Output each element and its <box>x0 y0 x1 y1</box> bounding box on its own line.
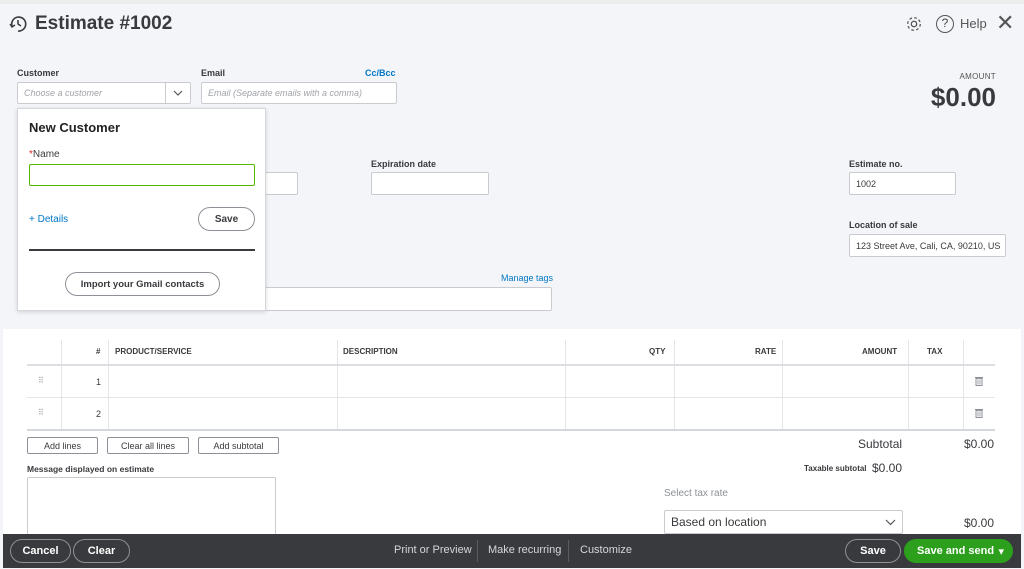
email-input[interactable]: Email (Separate emails with a comma) <box>201 82 397 104</box>
new-customer-popover: New Customer *Name + Details Save Import… <box>17 108 266 311</box>
customer-placeholder: Choose a customer <box>24 88 103 98</box>
col-header-number: # <box>96 347 101 356</box>
page-title: Estimate #1002 <box>35 13 173 34</box>
add-lines-button[interactable]: Add lines <box>27 437 98 454</box>
close-icon[interactable]: ✕ <box>996 12 1014 34</box>
customer-select[interactable]: Choose a customer <box>17 82 191 104</box>
details-link[interactable]: + Details <box>29 214 68 225</box>
message-textarea[interactable] <box>27 477 276 537</box>
add-subtotal-button[interactable]: Add subtotal <box>198 437 279 454</box>
customer-name-input[interactable] <box>29 164 255 186</box>
col-divider <box>108 340 109 430</box>
help-icon[interactable]: ? <box>936 15 954 33</box>
email-label: Email <box>201 68 226 78</box>
tax-rate-selected: Based on location <box>671 515 767 529</box>
trash-icon[interactable] <box>975 408 983 418</box>
col-divider <box>61 340 62 430</box>
tags-input[interactable] <box>262 287 552 311</box>
col-divider <box>908 340 909 430</box>
row-divider <box>27 397 995 398</box>
col-header-amount: AMOUNT <box>862 347 898 356</box>
col-header-tax: TAX <box>927 347 943 356</box>
amount-value: $0.00 <box>930 82 996 112</box>
help-link[interactable]: Help <box>960 16 987 31</box>
cancel-button[interactable]: Cancel <box>10 539 71 563</box>
subtotal-label: Subtotal <box>858 437 903 451</box>
name-label-text: Name <box>32 149 60 160</box>
subtotal-value: $0.00 <box>964 437 995 451</box>
row-number: 2 <box>96 409 102 419</box>
taxable-subtotal-label: Taxable subtotal <box>804 464 867 473</box>
col-header-rate: RATE <box>755 347 777 356</box>
col-header-description: DESCRIPTION <box>343 347 398 356</box>
save-button[interactable]: Save <box>845 539 901 563</box>
recent-history-icon[interactable] <box>8 14 28 34</box>
message-label: Message displayed on estimate <box>27 464 155 474</box>
tax-rate-label: Select tax rate <box>664 488 728 499</box>
gear-icon[interactable] <box>905 15 923 33</box>
location-of-sale-label: Location of sale <box>849 220 918 230</box>
chevron-down-icon <box>885 519 896 525</box>
table-bottom-divider <box>27 429 995 431</box>
print-or-preview-link[interactable]: Print or Preview <box>394 544 472 556</box>
popover-save-button[interactable]: Save <box>198 207 255 231</box>
estimate-no-label: Estimate no. <box>849 159 903 169</box>
email-placeholder: Email (Separate emails with a comma) <box>208 88 363 98</box>
row-number: 1 <box>96 377 102 387</box>
import-gmail-contacts-button[interactable]: Import your Gmail contacts <box>65 272 220 296</box>
customize-link[interactable]: Customize <box>580 544 632 556</box>
drag-handle-icon[interactable]: ⠿ <box>38 376 44 385</box>
taxable-subtotal-value: $0.00 <box>872 461 903 475</box>
save-and-send-button[interactable]: Save and send ▾ <box>904 539 1013 563</box>
manage-tags-link[interactable]: Manage tags <box>501 273 553 283</box>
location-of-sale-value: 123 Street Ave, Cali, CA, 90210, US <box>856 240 1001 251</box>
popover-divider <box>29 249 255 251</box>
amount-label: AMOUNT <box>959 72 996 81</box>
caret-down-icon[interactable]: ▾ <box>998 545 1004 558</box>
name-label: *Name <box>29 149 60 160</box>
location-of-sale-input[interactable]: 123 Street Ave, Cali, CA, 90210, US <box>849 234 1006 257</box>
expiration-date-label: Expiration date <box>371 159 437 169</box>
cc-bcc-link[interactable]: Cc/Bcc <box>365 68 396 78</box>
footer-divider <box>568 540 569 562</box>
col-divider <box>565 340 566 430</box>
col-header-qty: QTY <box>649 347 666 356</box>
estimate-no-input[interactable]: 1002 <box>849 172 956 195</box>
customer-label: Customer <box>17 68 60 78</box>
estimate-no-value: 1002 <box>856 178 877 189</box>
save-and-send-label: Save and send <box>917 545 995 557</box>
trash-icon[interactable] <box>975 376 983 386</box>
estimate-window: Estimate #1002 ? Help ✕ Customer Choose … <box>0 0 1024 569</box>
clear-all-lines-button[interactable]: Clear all lines <box>107 437 189 454</box>
col-divider <box>337 340 338 430</box>
col-divider <box>963 340 964 430</box>
chevron-down-icon[interactable] <box>165 83 190 103</box>
make-recurring-link[interactable]: Make recurring <box>488 544 561 556</box>
tax-rate-select[interactable]: Based on location <box>664 510 903 534</box>
tax-value: $0.00 <box>964 516 995 530</box>
col-header-product: PRODUCT/SERVICE <box>115 347 192 356</box>
footer-divider <box>477 540 478 562</box>
popover-title: New Customer <box>29 120 121 135</box>
expiration-date-input[interactable] <box>371 172 489 195</box>
header-divider <box>27 364 995 366</box>
drag-handle-icon[interactable]: ⠿ <box>38 408 44 417</box>
col-divider <box>674 340 675 430</box>
col-divider <box>782 340 783 430</box>
clear-button[interactable]: Clear <box>73 539 130 563</box>
